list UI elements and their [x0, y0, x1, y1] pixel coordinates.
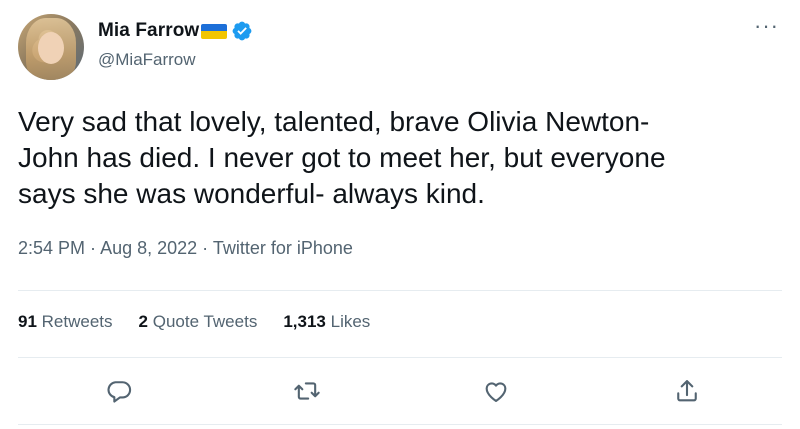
- share-icon: [677, 380, 697, 402]
- tweet-date[interactable]: Aug 8, 2022: [100, 238, 197, 258]
- quote-tweets-stat[interactable]: 2 Quote Tweets: [139, 312, 258, 332]
- flag-blue-band: [201, 23, 228, 31]
- user-handle[interactable]: @MiaFarrow: [98, 50, 196, 70]
- retweet-icon: [294, 382, 320, 400]
- name-row: Mia Farrow: [98, 20, 253, 42]
- reply-button[interactable]: [102, 374, 136, 408]
- verified-badge-icon: [232, 21, 252, 41]
- avatar-face: [38, 32, 64, 64]
- reply-icon: [107, 381, 132, 403]
- like-button[interactable]: [479, 374, 513, 408]
- divider: [18, 357, 782, 358]
- likes-count: 1,313: [283, 312, 326, 331]
- tweet-text-line: John has died. I never got to meet her, …: [18, 142, 666, 173]
- meta-separator: ·: [197, 238, 213, 258]
- flag-yellow-band: [201, 31, 228, 39]
- divider: [18, 290, 782, 291]
- ukraine-flag-icon: [201, 23, 228, 39]
- likes-stat[interactable]: 1,313 Likes: [283, 312, 370, 332]
- retweets-label: Retweets: [41, 312, 113, 331]
- tweet-text: Very sad that lovely, talented, brave Ol…: [18, 104, 758, 212]
- quote-tweets-count: 2: [138, 312, 148, 331]
- tweet-time[interactable]: 2:54 PM: [18, 238, 85, 258]
- display-name[interactable]: Mia Farrow: [98, 20, 199, 42]
- tweet-meta: 2:54 PM · Aug 8, 2022 · Twitter for iPho…: [18, 238, 353, 259]
- like-icon: [485, 382, 507, 402]
- avatar[interactable]: [18, 14, 84, 80]
- likes-label: Likes: [330, 312, 371, 331]
- meta-separator: ·: [85, 238, 101, 258]
- divider: [18, 424, 782, 425]
- tweet-text-line: says she was wonderful- always kind.: [18, 178, 485, 209]
- action-bar: [0, 374, 800, 408]
- retweets-count: 91: [18, 312, 37, 331]
- engagement-stats: 91 Retweets 2 Quote Tweets 1,313 Likes: [18, 312, 396, 332]
- tweet-card: Mia Farrow @MiaFarrow ··· Very sad that …: [0, 0, 800, 429]
- tweet-text-line: Very sad that lovely, talented, brave Ol…: [18, 106, 650, 137]
- retweets-stat[interactable]: 91 Retweets: [18, 312, 113, 332]
- retweet-button[interactable]: [290, 374, 324, 408]
- tweet-source[interactable]: Twitter for iPhone: [213, 238, 353, 258]
- more-options-icon[interactable]: ···: [754, 15, 779, 37]
- share-button[interactable]: [670, 374, 704, 408]
- quote-tweets-label: Quote Tweets: [152, 312, 258, 331]
